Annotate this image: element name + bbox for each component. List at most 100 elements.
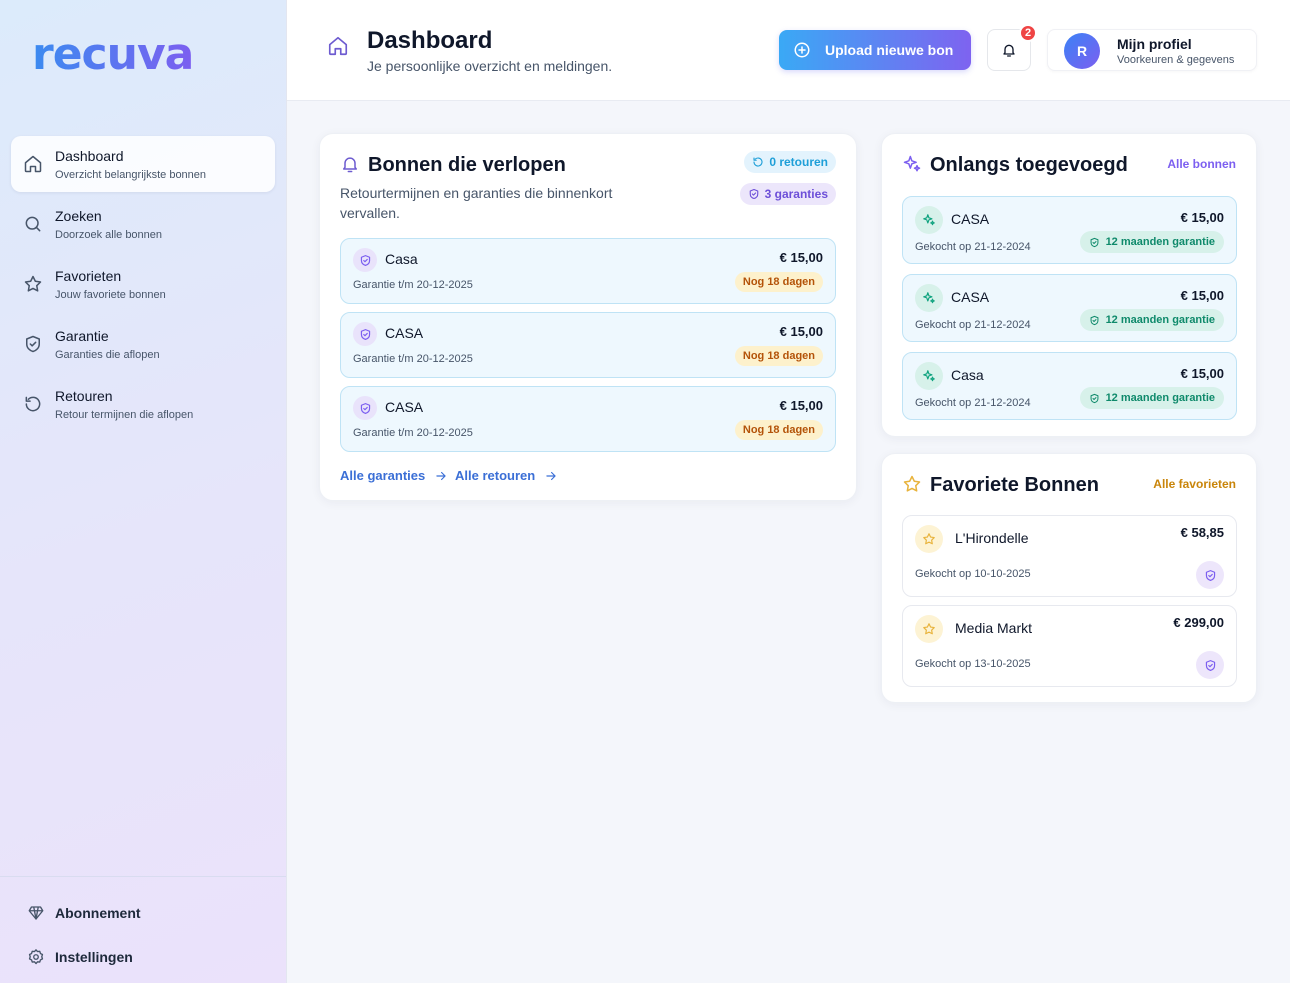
returns-pill[interactable]: 0 retouren (744, 151, 836, 173)
profile-sub: Voorkeuren & gegevens (1117, 54, 1235, 66)
diamond-icon (28, 906, 44, 920)
item-price: € 15,00 (1180, 366, 1224, 381)
shield-check-icon (26, 335, 40, 353)
shield-icon (353, 248, 377, 272)
sparkles-icon (915, 284, 943, 312)
item-name: Media Markt (955, 620, 1033, 636)
card-title: Favoriete Bonnen (930, 474, 1099, 496)
shield-icon (353, 322, 377, 346)
star-icon (915, 525, 943, 553)
item-date: Garantie t/m 20-12-2025 (353, 427, 473, 439)
warranties-pill-label: 3 garanties (764, 187, 828, 201)
logo[interactable]: recuva (32, 30, 194, 80)
page-subtitle: Je persoonlijke overzicht en meldingen. (367, 58, 613, 74)
sidebar-item-sub: Overzicht belangrijkste bonnen (55, 168, 207, 181)
sidebar-item-sub: Garanties die aflopen (55, 348, 160, 361)
item-price: € 15,00 (779, 250, 823, 265)
sparkles-icon (903, 155, 921, 172)
undo-icon (25, 396, 41, 412)
item-name: CASA (951, 211, 990, 227)
sidebar-item-label: Retouren (55, 387, 113, 404)
star-icon (24, 275, 42, 292)
sidebar-item-garantie[interactable]: Garantie Garanties die aflopen (11, 316, 275, 372)
sidebar-footer: Abonnement Instellingen (0, 876, 286, 979)
recent-item[interactable]: Casa Gekocht op 21-12-2024 € 15,00 12 ma… (902, 352, 1237, 420)
card-title: Onlangs toegevoegd (930, 154, 1128, 176)
sidebar-item-instellingen[interactable]: Instellingen (0, 935, 286, 979)
warranty-label: 12 maanden garantie (1105, 236, 1215, 248)
sidebar-item-label: Abonnement (55, 905, 141, 921)
sidebar-item-dashboard[interactable]: Dashboard Overzicht belangrijkste bonnen (11, 136, 275, 192)
sidebar-item-sub: Retour termijnen die aflopen (55, 408, 194, 421)
recent-receipts-card: Onlangs toegevoegd Alle bonnen CASA Geko… (881, 133, 1257, 437)
home-icon (328, 36, 348, 56)
warranty-badge: 12 maanden garantie (1079, 309, 1224, 331)
link-label: Alle retouren (455, 468, 536, 483)
returns-pill-label: 0 retouren (769, 155, 828, 169)
recent-item[interactable]: CASA Gekocht op 21-12-2024 € 15,00 12 ma… (902, 196, 1237, 264)
profile-name: Mijn profiel (1117, 36, 1192, 52)
days-left-badge: Nog 18 dagen (734, 420, 823, 440)
days-left-badge: Nog 18 dagen (734, 272, 823, 292)
shield-icon (353, 396, 377, 420)
item-date: Gekocht op 10-10-2025 (915, 568, 1031, 580)
item-date: Gekocht op 21-12-2024 (915, 397, 1031, 409)
expiring-item[interactable]: CASA Garantie t/m 20-12-2025 € 15,00 Nog… (340, 312, 836, 378)
notifications-button[interactable]: 2 (987, 24, 1037, 71)
sidebar-item-favorieten[interactable]: Favorieten Jouw favoriete bonnen (11, 256, 275, 312)
favorite-item[interactable]: L'Hirondelle Gekocht op 10-10-2025 € 58,… (902, 515, 1237, 597)
card-description: Retourtermijnen en garanties die binnenk… (340, 185, 613, 221)
item-price: € 58,85 (1180, 525, 1224, 540)
shield-check-icon (1196, 561, 1224, 589)
item-date: Garantie t/m 20-12-2025 (353, 279, 473, 291)
warranties-pill[interactable]: 3 garanties (739, 183, 836, 205)
sidebar-item-abonnement[interactable]: Abonnement (0, 891, 286, 935)
item-date: Gekocht op 13-10-2025 (915, 658, 1031, 670)
sidebar-item-sub: Doorzoek alle bonnen (55, 228, 163, 241)
shield-check-icon (1090, 315, 1099, 325)
upload-button-label: Upload nieuwe bon (825, 42, 954, 58)
sidebar-item-label: Instellingen (55, 949, 133, 965)
expiring-item[interactable]: CASA Garantie t/m 20-12-2025 € 15,00 Nog… (340, 386, 836, 452)
sparkles-icon (915, 206, 943, 234)
favorite-item[interactable]: Media Markt Gekocht op 13-10-2025 € 299,… (902, 605, 1237, 687)
bell-icon (343, 157, 357, 173)
all-receipts-link[interactable]: Alle bonnen (1167, 157, 1236, 171)
sidebar-nav: Dashboard Overzicht belangrijkste bonnen… (11, 136, 275, 436)
warranty-badge: 12 maanden garantie (1079, 387, 1224, 409)
expiring-item[interactable]: Casa Garantie t/m 20-12-2025 € 15,00 Nog… (340, 238, 836, 304)
link-label: Alle garanties (340, 468, 426, 483)
favorite-receipts-card: Favoriete Bonnen Alle favorieten L'Hiron… (881, 453, 1257, 703)
sidebar: recuva Dashboard Overzicht belangrijkste… (0, 0, 287, 983)
profile-button[interactable]: R Mijn profiel Voorkeuren & gegevens (1047, 29, 1257, 71)
shield-check-icon (1196, 651, 1224, 679)
expiring-receipts-card: Bonnen die verlopen Retourtermijnen en g… (319, 133, 857, 501)
sidebar-item-retouren[interactable]: Retouren Retour termijnen die aflopen (11, 376, 275, 432)
sidebar-item-zoeken[interactable]: Zoeken Doorzoek alle bonnen (11, 196, 275, 252)
item-date: Gekocht op 21-12-2024 (915, 241, 1031, 253)
item-price: € 299,00 (1173, 615, 1224, 630)
undo-icon (753, 157, 763, 167)
item-price: € 15,00 (1180, 210, 1224, 225)
all-returns-link[interactable]: Alle retouren (455, 468, 558, 483)
sidebar-item-label: Favorieten (55, 267, 122, 284)
item-date: Garantie t/m 20-12-2025 (353, 353, 473, 365)
recent-item[interactable]: CASA Gekocht op 21-12-2024 € 15,00 12 ma… (902, 274, 1237, 342)
item-name: CASA (385, 399, 424, 415)
card-title: Bonnen die verlopen (368, 154, 566, 176)
star-icon (915, 615, 943, 643)
all-favorites-link[interactable]: Alle favorieten (1153, 477, 1236, 491)
shield-check-icon (749, 188, 758, 200)
search-icon (25, 216, 41, 232)
page-title: Dashboard (367, 27, 493, 54)
avatar: R (1064, 33, 1100, 69)
item-name: Casa (951, 367, 984, 383)
notification-badge: 2 (1019, 24, 1037, 42)
item-name: CASA (385, 325, 424, 341)
bell-icon (1003, 44, 1015, 57)
upload-receipt-button[interactable]: Upload nieuwe bon (779, 30, 971, 70)
all-warranties-link[interactable]: Alle garanties (340, 468, 448, 483)
shield-check-icon (1090, 237, 1099, 247)
item-date: Gekocht op 21-12-2024 (915, 319, 1031, 331)
item-price: € 15,00 (779, 324, 823, 339)
